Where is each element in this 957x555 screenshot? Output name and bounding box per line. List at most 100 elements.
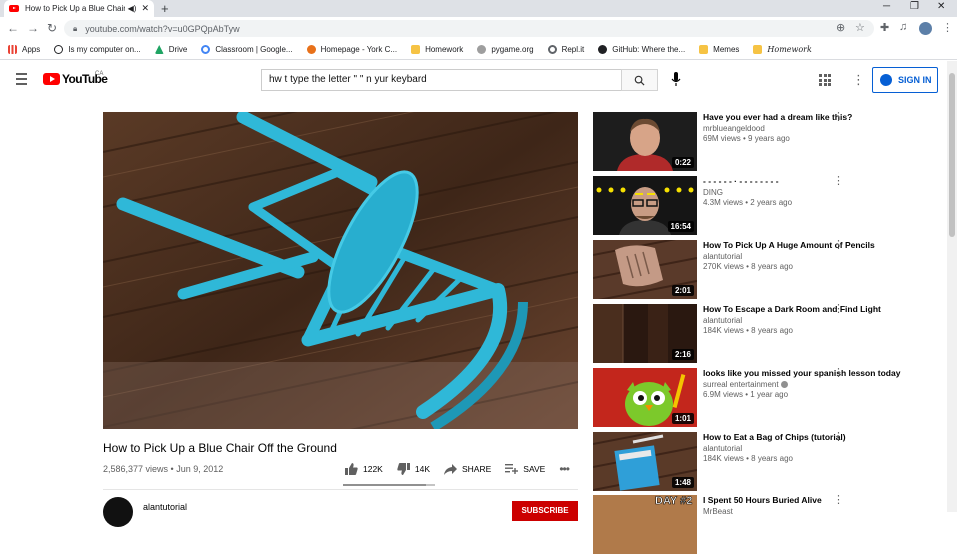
recommended-video[interactable]: 2:16 How To Escape a Dark Room and Find … [593, 304, 940, 364]
extensions-icon[interactable]: ✚ [880, 21, 889, 34]
more-options-icon[interactable]: ⋮ [833, 495, 844, 506]
close-window-icon[interactable]: ✕ [937, 1, 945, 12]
like-button[interactable]: 122K [345, 463, 383, 475]
apps-grid-icon[interactable] [819, 74, 831, 86]
video-frame-chair [103, 112, 578, 429]
recommended-title: How to Eat a Bag of Chips (tutorial) [703, 432, 846, 442]
video-thumbnail[interactable]: 16:54 [593, 176, 697, 235]
drive-icon [154, 45, 164, 54]
thumbs-up-icon [345, 463, 358, 475]
share-button[interactable]: SHARE [443, 463, 491, 475]
bookmark-item[interactable]: pygame.org [477, 45, 534, 54]
account-icon [880, 74, 892, 86]
browser-tab[interactable]: How to Pick Up a Blue Chair ◀) ✕ [4, 0, 154, 17]
recommended-video[interactable]: 2:01 How To Pick Up A Huge Amount of Pen… [593, 240, 940, 300]
recommended-title: I Spent 50 Hours Buried Alive [703, 495, 822, 505]
recommended-title: - - - - - - · - - - - - - - - [703, 176, 779, 186]
page-scrollbar[interactable] [947, 61, 957, 512]
recommended-video[interactable]: DAY #2 I Spent 50 Hours Buried Alive MrB… [593, 495, 940, 555]
video-title: How to Pick Up a Blue Chair Off the Grou… [103, 441, 337, 455]
folder-icon [699, 45, 709, 54]
video-thumbnail[interactable]: DAY #2 [593, 495, 697, 554]
bookmark-item[interactable]: Apps [8, 45, 40, 54]
video-meta: 2,586,377 views • Jun 9, 2012 [103, 464, 224, 474]
recommended-video[interactable]: 0:22 Have you ever had a dream like this… [593, 112, 940, 172]
scrollbar-thumb[interactable] [949, 73, 955, 237]
bookmark-item[interactable]: Is my computer on... [54, 45, 141, 54]
lock-icon: 🔒︎ [73, 23, 78, 33]
divider [103, 489, 578, 490]
recommended-channel: surreal entertainment [703, 380, 927, 389]
replit-icon [547, 45, 557, 54]
video-thumbnail[interactable]: 1:48 [593, 432, 697, 491]
sentiment-bar [343, 484, 435, 486]
sentiment-bar-fill [343, 484, 426, 486]
search-button[interactable] [621, 69, 658, 91]
youtube-play-icon [43, 73, 60, 85]
video-thumbnail[interactable]: 1:01 [593, 368, 697, 427]
media-control-icon[interactable]: ♫ [899, 21, 907, 33]
apps-icon [8, 45, 17, 54]
download-icon[interactable]: ⊕ [836, 21, 845, 34]
channel-avatar[interactable] [103, 497, 133, 527]
audio-playing-icon[interactable]: ◀) [128, 4, 137, 13]
profile-avatar[interactable] [919, 22, 932, 35]
recommended-video[interactable]: 16:54 - - - - - - · - - - - - - - - DING… [593, 176, 940, 236]
forward-icon[interactable]: → [27, 21, 39, 35]
video-thumbnail[interactable]: 0:22 [593, 112, 697, 171]
youtube-favicon-icon [9, 5, 19, 12]
close-tab-icon[interactable]: ✕ [141, 3, 149, 14]
restore-icon[interactable]: ❐ [910, 1, 919, 12]
more-options-icon[interactable]: ⋮ [833, 240, 844, 251]
channel-name[interactable]: alantutorial [143, 502, 187, 512]
github-icon [598, 45, 608, 54]
thumbs-down-icon [397, 463, 410, 475]
more-actions-icon[interactable]: ••• [559, 462, 570, 476]
recommended-video[interactable]: 1:01 looks like you missed your spanish … [593, 368, 940, 428]
browser-tab-bar: How to Pick Up a Blue Chair ◀) ✕ + ─ ❐ ✕ [0, 0, 957, 17]
recommended-video[interactable]: 1:48 How to Eat a Bag of Chips (tutorial… [593, 432, 940, 492]
microphone-icon[interactable] [671, 72, 681, 87]
reload-icon[interactable]: ↻ [47, 21, 57, 35]
youtube-header: YouTube CA hw t type the letter " " n yu… [0, 61, 947, 99]
back-icon[interactable]: ← [7, 21, 19, 35]
browser-toolbar: ← → ↻ 🔒︎ youtube.com/watch?v=u0GPQpAbTyw… [0, 17, 957, 40]
pygame-icon [477, 45, 487, 54]
youtube-logo[interactable]: YouTube CA [43, 71, 108, 86]
bookmark-item[interactable]: Homepage - York C... [306, 45, 397, 54]
minimize-icon[interactable]: ─ [883, 1, 890, 12]
subscribe-button[interactable]: SUBSCRIBE [512, 501, 578, 521]
more-options-icon[interactable]: ⋮ [833, 368, 844, 379]
bookmark-item[interactable]: Homework [753, 45, 812, 54]
more-options-icon[interactable]: ⋮ [833, 304, 844, 315]
more-options-icon[interactable]: ⋮ [833, 176, 844, 187]
more-options-icon[interactable]: ⋮ [833, 432, 844, 443]
recommended-title: How To Escape a Dark Room and Find Light [703, 304, 881, 314]
new-tab-icon[interactable]: + [161, 1, 169, 16]
video-player[interactable] [103, 112, 578, 429]
search-input[interactable]: hw t type the letter " " n yur keybard [261, 69, 622, 91]
address-bar[interactable]: 🔒︎ youtube.com/watch?v=u0GPQpAbTyw [64, 20, 874, 37]
recommended-meta: 270K views • 8 years ago [703, 262, 793, 271]
dislike-button[interactable]: 14K [397, 463, 430, 475]
video-thumbnail[interactable]: 2:16 [593, 304, 697, 363]
bookmark-item[interactable]: Homework [411, 45, 463, 54]
bookmark-item[interactable]: Repl.it [547, 45, 584, 54]
bookmark-item[interactable]: Drive [154, 45, 187, 54]
bookmark-item[interactable]: GitHub: Where the... [598, 45, 685, 54]
url-text: youtube.com/watch?v=u0GPQpAbTyw [85, 23, 240, 34]
search-icon [634, 75, 645, 86]
sign-in-button[interactable]: SIGN IN [872, 67, 938, 93]
recommended-meta: 4.3M views • 2 years ago [703, 198, 793, 207]
menu-icon[interactable] [16, 73, 27, 88]
bookmark-item[interactable]: Classroom | Google... [201, 45, 293, 54]
save-button[interactable]: SAVE [505, 464, 545, 474]
bookmark-item[interactable]: Memes [699, 45, 739, 54]
settings-menu-icon[interactable]: ⋮ [852, 72, 865, 88]
video-actions: 122K 14K SHARE SAVE ••• [345, 462, 570, 476]
video-thumbnail[interactable]: 2:01 [593, 240, 697, 299]
more-options-icon[interactable]: ⋮ [833, 112, 844, 123]
browser-menu-icon[interactable]: ⋮ [942, 21, 953, 34]
recommended-channel: DING [703, 188, 723, 197]
star-icon[interactable]: ☆ [855, 21, 865, 34]
